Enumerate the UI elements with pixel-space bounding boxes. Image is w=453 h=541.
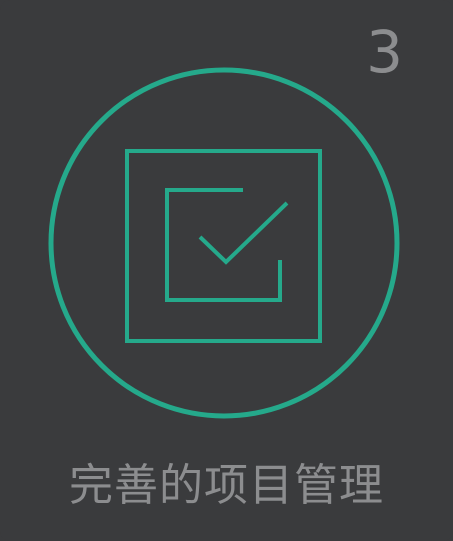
checkmark	[198, 201, 289, 265]
outer-square	[125, 149, 322, 343]
feature-title: 完善的项目管理	[69, 460, 384, 511]
outer-ring	[48, 67, 400, 419]
feature-card: 3 完善的项目管理	[0, 0, 453, 541]
inner-box-outline	[165, 188, 282, 302]
